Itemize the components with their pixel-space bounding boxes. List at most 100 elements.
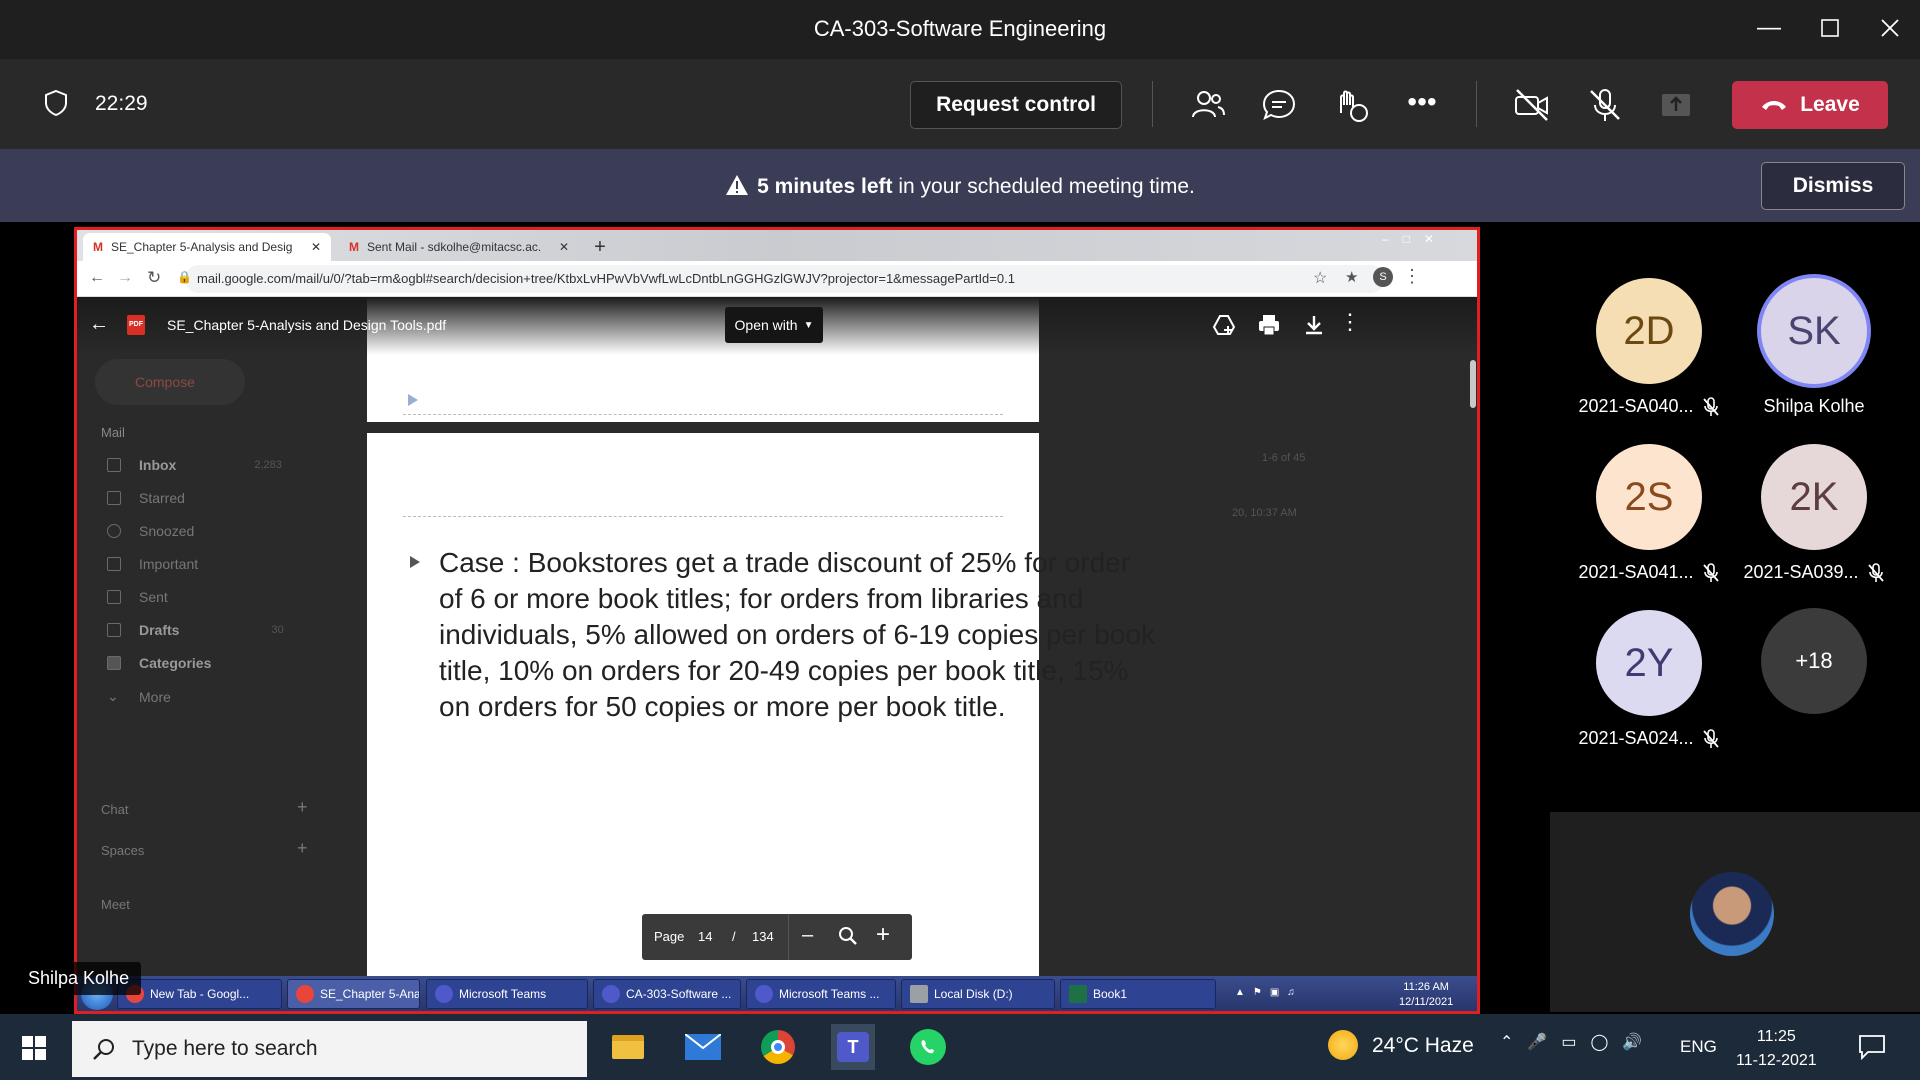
- inner-task-button[interactable]: CA-303-Software ...: [593, 979, 741, 1009]
- teams-taskbar-icon[interactable]: T: [831, 1024, 875, 1070]
- browser-tab-pdf[interactable]: M SE_Chapter 5-Analysis and Desig ✕: [83, 233, 331, 261]
- task-label: CA-303-Software ...: [626, 987, 732, 1001]
- mic-off-icon[interactable]: [1585, 85, 1625, 125]
- close-window-button[interactable]: [1865, 8, 1915, 48]
- meet-section-label[interactable]: Meet: [101, 897, 130, 912]
- share-screen-icon[interactable]: [1656, 85, 1696, 125]
- browser-tab-sent-mail[interactable]: M Sent Mail - sdkolhe@mitacsc.ac. ✕: [339, 233, 579, 261]
- file-explorer-icon[interactable]: [606, 1024, 650, 1070]
- request-control-button[interactable]: Request control: [910, 81, 1122, 129]
- weather-icon[interactable]: [1328, 1030, 1358, 1060]
- language-indicator[interactable]: ENG: [1680, 1037, 1717, 1057]
- system-tray-icons[interactable]: ⌃🎤▭◯🔊: [1500, 1032, 1656, 1052]
- gmail-nav-item[interactable]: Important: [107, 556, 198, 572]
- zoom-out-icon[interactable]: –: [802, 924, 813, 947]
- extensions-icon[interactable]: ★: [1345, 268, 1358, 286]
- inner-task-button[interactable]: Microsoft Teams ...: [746, 979, 896, 1009]
- participants-icon[interactable]: [1188, 85, 1228, 125]
- chat-section-label[interactable]: Chat: [101, 802, 128, 817]
- dismiss-button[interactable]: Dismiss: [1761, 162, 1905, 210]
- weather-text[interactable]: 24°C Haze: [1372, 1034, 1474, 1058]
- current-page[interactable]: 14: [698, 929, 712, 944]
- windows-start-icon[interactable]: [22, 1036, 46, 1060]
- browser-window-controls[interactable]: –□✕: [1382, 232, 1448, 246]
- mail-icon[interactable]: [681, 1024, 725, 1070]
- camera-off-icon[interactable]: [1512, 85, 1552, 125]
- meeting-timer: 22:29: [95, 92, 148, 115]
- spaces-section-label[interactable]: Spaces: [101, 843, 144, 858]
- star-icon: [107, 491, 121, 505]
- avatar: +18: [1761, 608, 1867, 714]
- avatar: 2S: [1596, 444, 1702, 550]
- inner-task-button[interactable]: New Tab - Googl...: [117, 979, 282, 1009]
- inner-task-button[interactable]: Local Disk (D:): [901, 979, 1055, 1009]
- plus-icon: +: [594, 235, 606, 258]
- plus-icon[interactable]: +: [297, 838, 308, 859]
- maximize-button[interactable]: [1805, 8, 1855, 48]
- mic-off-icon: [1702, 562, 1719, 582]
- toolbar-divider: [1476, 81, 1477, 127]
- mic-off-icon: [1867, 562, 1884, 582]
- new-tab-button[interactable]: +: [585, 233, 615, 261]
- inner-task-button[interactable]: Book1: [1060, 979, 1216, 1009]
- gmail-nav-item[interactable]: Drafts 30: [107, 622, 284, 638]
- taskbar-search-box[interactable]: Type here to search: [72, 1021, 587, 1077]
- close-tab-icon[interactable]: ✕: [311, 240, 321, 254]
- back-arrow-icon[interactable]: ←: [89, 313, 109, 336]
- reactions-icon[interactable]: [1331, 85, 1371, 125]
- title-bar: CA-303-Software Engineering —: [0, 0, 1920, 59]
- gmail-nav-item[interactable]: Categories: [107, 655, 211, 671]
- tray-icons[interactable]: ▲⚑▣♫: [1235, 987, 1303, 998]
- self-avatar[interactable]: [1690, 872, 1774, 956]
- notifications-icon[interactable]: [1858, 1034, 1886, 1060]
- minimize-button[interactable]: —: [1744, 8, 1794, 48]
- menu-kebab-icon[interactable]: ⋮: [1403, 266, 1421, 287]
- gmail-icon: M: [349, 240, 359, 254]
- inner-date: 12/11/2021: [1399, 996, 1454, 1008]
- participant-tile[interactable]: 2S 2021-SA041...: [1574, 444, 1724, 583]
- gmail-nav-item[interactable]: Starred: [107, 490, 185, 506]
- participant-tile[interactable]: 2Y 2021-SA024...: [1574, 610, 1724, 749]
- chrome-icon[interactable]: [756, 1024, 800, 1070]
- more-participants-tile[interactable]: +18: [1739, 608, 1889, 714]
- inner-task-button[interactable]: Microsoft Teams: [426, 979, 588, 1009]
- inner-task-button[interactable]: SE_Chapter 5-Ana...: [287, 979, 420, 1009]
- draft-icon: [107, 623, 121, 637]
- zoom-in-icon[interactable]: +: [876, 921, 890, 949]
- whatsapp-icon[interactable]: [906, 1024, 950, 1070]
- leave-button[interactable]: Leave: [1732, 81, 1888, 129]
- more-options-icon[interactable]: •••: [1402, 85, 1442, 125]
- gmail-nav-item[interactable]: Snoozed: [107, 523, 194, 539]
- gmail-nav-item[interactable]: Sent: [107, 589, 168, 605]
- nav-label: Inbox: [139, 457, 177, 473]
- reload-icon[interactable]: ↻: [147, 268, 161, 288]
- task-label: Microsoft Teams ...: [779, 987, 880, 1001]
- pdf-scrollbar[interactable]: [1470, 360, 1476, 408]
- close-icon: [1881, 19, 1899, 37]
- back-icon[interactable]: ←: [89, 269, 105, 287]
- participant-tile[interactable]: SK Shilpa Kolhe: [1739, 278, 1889, 417]
- star-icon[interactable]: ☆: [1313, 268, 1327, 288]
- self-view-panel: [1550, 812, 1920, 1012]
- taskbar-clock[interactable]: 11:25 11-12-2021: [1736, 1025, 1817, 1073]
- gmail-nav-item[interactable]: Inbox 2,283: [107, 457, 282, 473]
- more-actions-icon[interactable]: ⋮: [1339, 309, 1361, 335]
- avatar-initials: SK: [1787, 308, 1841, 353]
- profile-avatar[interactable]: S: [1373, 267, 1393, 287]
- zoom-icon[interactable]: [838, 926, 858, 946]
- close-tab-icon[interactable]: ✕: [559, 240, 569, 254]
- participant-tile[interactable]: 2D 2021-SA040...: [1574, 278, 1724, 417]
- open-with-button[interactable]: Open with ▼: [725, 307, 823, 343]
- plus-icon[interactable]: +: [297, 797, 308, 818]
- add-to-drive-icon[interactable]: [1212, 313, 1236, 337]
- task-label: SE_Chapter 5-Ana...: [320, 987, 420, 1001]
- nav-label: Starred: [139, 490, 185, 506]
- chat-icon[interactable]: [1259, 85, 1299, 125]
- download-icon[interactable]: [1302, 313, 1326, 337]
- print-icon[interactable]: [1257, 313, 1281, 337]
- gmail-nav-item[interactable]: ⌄ More: [107, 688, 171, 705]
- compose-button[interactable]: Compose: [95, 359, 245, 405]
- forward-icon[interactable]: →: [117, 269, 133, 287]
- participant-tile[interactable]: 2K 2021-SA039...: [1739, 444, 1889, 583]
- bullet-icon: [410, 556, 420, 568]
